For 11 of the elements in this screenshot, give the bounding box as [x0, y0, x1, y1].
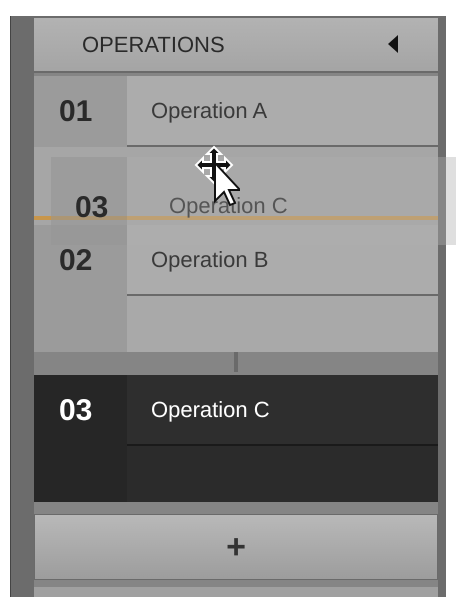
operation-name[interactable]: Operation A	[127, 76, 438, 147]
operation-name: Operation C	[169, 195, 288, 217]
operation-number: 01	[34, 76, 127, 147]
dragged-operation[interactable]: 03 Operation C	[51, 157, 456, 245]
panel-title: OPERATIONS	[82, 31, 225, 59]
add-button[interactable]: +	[34, 514, 438, 580]
operation-number: 03	[75, 193, 108, 223]
operation-number: 03	[34, 375, 127, 446]
operation-group[interactable]: 03 Operation C	[34, 375, 438, 502]
operation-name[interactable]: Operation B	[127, 225, 438, 296]
operation-number: 02	[34, 225, 127, 296]
